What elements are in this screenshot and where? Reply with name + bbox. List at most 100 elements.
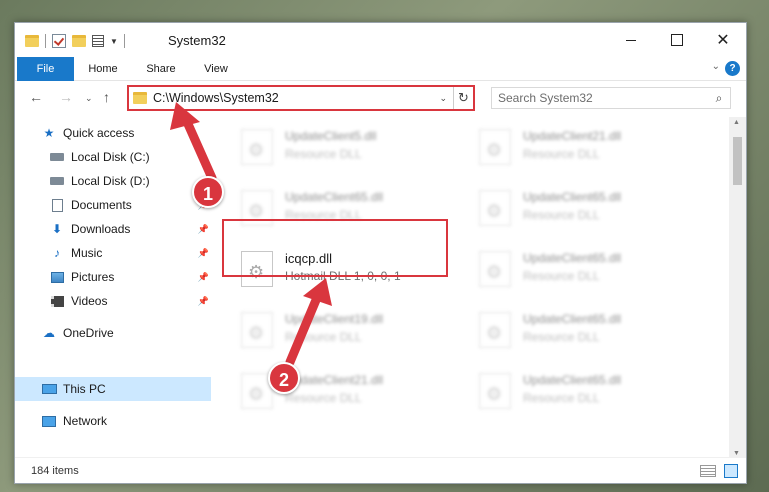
file-name: UpdateClient65.dll [523, 373, 622, 387]
toolbar-separator [123, 34, 125, 48]
expand-ribbon-icon[interactable]: ⌄ [712, 61, 720, 72]
pin-icon[interactable]: 📌 [198, 272, 209, 283]
window-title: System32 [168, 33, 226, 48]
file-description: Resource DLL [523, 269, 600, 283]
search-icon[interactable]: ⌕ [708, 91, 730, 106]
recent-locations-icon[interactable]: ⌄ [85, 93, 93, 104]
sidebar-item-label: Music [71, 246, 103, 260]
properties-check-icon[interactable] [52, 34, 66, 48]
help-icon[interactable]: ? [725, 61, 740, 76]
file-tile[interactable]: UpdateClient65.dll Resource DLL [473, 182, 703, 238]
navigation-pane: ★ Quick access Local Disk (C:) Local Dis… [15, 117, 211, 459]
address-bar[interactable]: C:\Windows\System32 ⌄ ↻ [127, 85, 475, 111]
customize-toolbar-icon[interactable]: ▼ [110, 37, 118, 46]
sidebar-item-label: Videos [71, 294, 108, 308]
pin-icon[interactable]: 📌 [198, 296, 209, 307]
maximize-button[interactable] [654, 23, 700, 57]
up-arrow-icon[interactable]: ↑ [103, 89, 110, 105]
folder-icon [133, 92, 147, 104]
tab-view[interactable]: View [195, 57, 237, 81]
dll-file-icon [241, 129, 273, 165]
search-input[interactable]: Search System32 [498, 91, 708, 105]
file-tile[interactable]: UpdateClient65.dll Resource DLL [473, 243, 703, 299]
sidebar-item-videos[interactable]: Videos 📌 [15, 289, 211, 313]
sidebar-item-this-pc[interactable]: This PC [15, 377, 211, 401]
chevron-down-icon[interactable]: ⌄ [439, 93, 447, 104]
cloud-icon: ☁ [43, 326, 55, 340]
scroll-up-icon[interactable]: ▲ [733, 119, 740, 126]
file-description: Resource DLL [285, 330, 362, 344]
file-tile[interactable]: UpdateClient65.dll Resource DLL [473, 365, 703, 421]
sidebar-item-local-disk-d[interactable]: Local Disk (D:) [15, 169, 211, 193]
file-description: Resource DLL [285, 147, 362, 161]
file-name: UpdateClient65.dll [523, 251, 622, 265]
downloads-icon: ⬇ [51, 222, 63, 236]
pictures-icon [49, 270, 65, 284]
folder-icon [25, 35, 39, 47]
sidebar-item-label: Downloads [71, 222, 131, 236]
pin-icon[interactable]: 📌 [198, 248, 209, 259]
sidebar-item-label: Network [63, 414, 108, 428]
close-button[interactable]: ✕ [700, 23, 746, 57]
dll-file-icon [241, 312, 273, 348]
sidebar-item-label: This PC [63, 382, 106, 396]
vertical-scrollbar[interactable]: ▲ ▼ [729, 117, 746, 459]
refresh-icon[interactable]: ↻ [453, 87, 473, 109]
sidebar-item-quick-access[interactable]: ★ Quick access [15, 121, 211, 145]
sidebar-item-downloads[interactable]: ⬇ Downloads 📌 [15, 217, 211, 241]
details-view-icon[interactable] [700, 465, 716, 477]
item-count: 184 items [31, 465, 79, 477]
minimize-button[interactable] [608, 23, 654, 57]
scroll-down-icon[interactable]: ▼ [733, 450, 740, 457]
dll-file-icon [479, 190, 511, 226]
quick-access-toolbar: ▼ [25, 32, 125, 50]
sidebar-item-onedrive[interactable]: ☁ OneDrive [15, 321, 211, 345]
tab-file[interactable]: File [17, 57, 74, 81]
file-name: UpdateClient65.dll [523, 312, 622, 326]
file-name: UpdateClient65.dll [523, 190, 622, 204]
file-tile[interactable]: UpdateClient19.dll Resource DLL [235, 304, 465, 360]
search-box[interactable]: Search System32 ⌕ [491, 87, 731, 109]
tab-share[interactable]: Share [137, 57, 185, 81]
new-folder-icon[interactable] [72, 35, 86, 47]
sidebar-item-label: Local Disk (D:) [71, 174, 150, 188]
file-tile[interactable]: UpdateClient65.dll Resource DLL [473, 304, 703, 360]
tab-home[interactable]: Home [79, 57, 127, 81]
back-arrow-icon[interactable]: ← [29, 89, 43, 105]
sidebar-item-local-disk-c[interactable]: Local Disk (C:) [15, 145, 211, 169]
dll-file-icon [479, 129, 511, 165]
title-bar: ▼ System32 ✕ [15, 23, 746, 57]
file-name: UpdateClient19.dll [285, 312, 384, 326]
pc-icon [41, 382, 57, 396]
highlight-box-icqcp [222, 219, 448, 277]
sidebar-item-documents[interactable]: Documents 📌 [15, 193, 211, 217]
callout-2: 2 [268, 362, 300, 394]
scrollbar-thumb[interactable] [733, 137, 742, 185]
file-name: UpdateClient5.dll [285, 129, 377, 143]
disk-icon [49, 174, 65, 188]
dll-file-icon [479, 251, 511, 287]
sidebar-item-music[interactable]: ♪ Music 📌 [15, 241, 211, 265]
address-path[interactable]: C:\Windows\System32 [153, 91, 439, 105]
properties-icon[interactable] [92, 35, 104, 47]
file-tile[interactable]: UpdateClient21.dll Resource DLL [473, 121, 703, 177]
sidebar-item-label: Documents [71, 198, 132, 212]
pin-icon[interactable]: 📌 [198, 224, 209, 235]
videos-icon [49, 294, 65, 308]
sidebar-item-pictures[interactable]: Pictures 📌 [15, 265, 211, 289]
callout-1: 1 [192, 176, 224, 208]
sidebar-item-network[interactable]: Network [15, 409, 211, 433]
file-description: Resource DLL [285, 391, 362, 405]
sidebar-item-label: Local Disk (C:) [71, 150, 150, 164]
forward-arrow-icon[interactable]: → [59, 89, 73, 105]
tiles-view-icon[interactable] [724, 464, 738, 478]
toolbar-separator [45, 34, 46, 48]
sidebar-item-label: OneDrive [63, 326, 114, 340]
window-controls: ✕ [608, 23, 746, 57]
file-description: Resource DLL [523, 147, 600, 161]
disk-icon [49, 150, 65, 164]
file-description: Resource DLL [523, 208, 600, 222]
file-name: UpdateClient21.dll [523, 129, 622, 143]
file-tile[interactable]: UpdateClient5.dll Resource DLL [235, 121, 465, 177]
sidebar-item-label: Quick access [63, 126, 135, 140]
